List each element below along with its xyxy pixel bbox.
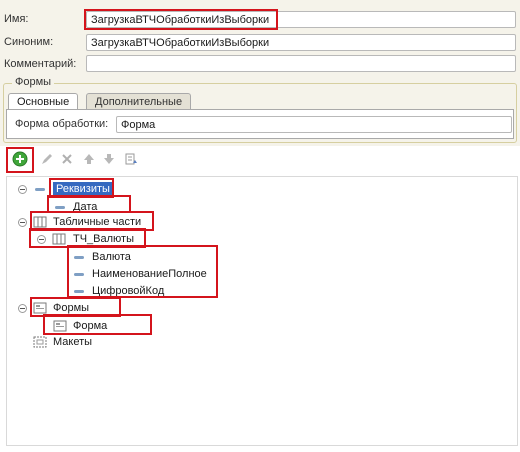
attribute-icon — [74, 273, 84, 276]
add-button[interactable] — [11, 150, 29, 168]
edit-button[interactable] — [38, 150, 56, 168]
tree-node-date[interactable]: Дата — [73, 200, 97, 214]
tree-node-layouts[interactable]: Макеты — [53, 335, 92, 349]
tree-node-currency[interactable]: Валюта — [92, 250, 131, 264]
tree-node-digital-code[interactable]: ЦифровойКод — [92, 284, 164, 298]
tab-additional[interactable]: Дополнительные — [86, 93, 192, 110]
move-down-icon — [104, 154, 114, 164]
name-label: Имя: — [4, 13, 29, 25]
synonym-label: Синоним: — [4, 36, 54, 48]
synonym-field[interactable]: ЗагрузкаВТЧОбработкиИзВыборки — [86, 34, 516, 51]
attribute-icon — [35, 188, 45, 191]
move-up-icon — [84, 154, 94, 164]
attribute-icon — [74, 290, 84, 293]
add-icon — [12, 151, 28, 167]
tree-toolbar — [0, 146, 520, 174]
processing-form-field[interactable]: Форма — [116, 116, 512, 133]
tree-node-attributes[interactable]: Реквизиты — [53, 182, 113, 196]
name-field[interactable]: ЗагрузкаВТЧОбработкиИзВыборки — [86, 11, 516, 28]
processing-form-label: Форма обработки: — [15, 118, 109, 130]
comment-label: Комментарий: — [4, 58, 77, 70]
tree-node-form[interactable]: Форма — [73, 319, 107, 333]
sort-icon — [125, 153, 137, 165]
tree-node-full-name[interactable]: НаименованиеПолное — [92, 267, 207, 281]
delete-button[interactable] — [58, 150, 76, 168]
sort-button[interactable] — [122, 150, 140, 168]
tab-main[interactable]: Основные — [8, 93, 79, 110]
collapse-currencies-icon[interactable] — [37, 235, 46, 244]
delete-icon — [62, 154, 72, 164]
form-icon — [53, 320, 67, 332]
move-down-button[interactable] — [100, 150, 118, 168]
tree-node-currencies-part[interactable]: ТЧ_Валюты — [73, 232, 134, 246]
attribute-icon — [74, 256, 84, 259]
tree-node-forms[interactable]: Формы — [53, 301, 89, 315]
collapse-tabular-parts-icon[interactable] — [18, 218, 27, 227]
forms-group-title: Формы — [12, 76, 55, 88]
comment-field[interactable] — [86, 55, 516, 72]
tabular-part-icon — [52, 233, 66, 245]
attribute-icon — [55, 206, 65, 209]
tree-node-tabular-parts[interactable]: Табличные части — [53, 215, 141, 229]
move-up-button[interactable] — [80, 150, 98, 168]
collapse-forms-icon[interactable] — [18, 304, 27, 313]
form-icon — [33, 302, 47, 314]
layout-icon — [33, 336, 47, 348]
collapse-attributes-icon[interactable] — [18, 185, 27, 194]
edit-icon — [42, 154, 52, 164]
tabular-part-icon — [33, 216, 47, 228]
